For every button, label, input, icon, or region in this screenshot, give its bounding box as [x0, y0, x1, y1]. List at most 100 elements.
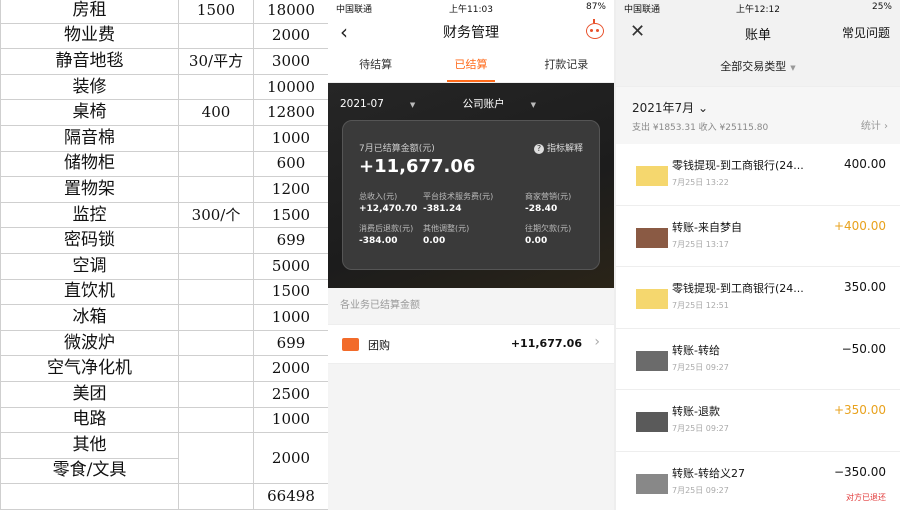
item-unit-price[interactable] [178, 406, 254, 434]
status-bar: 中国联通 上午11:03 87% [328, 0, 614, 16]
item-unit-price[interactable] [178, 432, 254, 485]
question-icon: ? [533, 144, 544, 154]
transaction-date: 7月25日 12:51 [672, 301, 729, 310]
tab-settled[interactable]: 已结算 [423, 48, 518, 82]
table-row: 微波炉 699 [0, 329, 329, 357]
item-unit-price[interactable] [178, 124, 254, 152]
battery-label: 25% [871, 2, 892, 12]
item-amount[interactable]: 1200 [253, 176, 329, 203]
business-amount: +11,677.06 [510, 337, 582, 350]
faq-link[interactable]: 常见问题 [842, 24, 890, 41]
transaction-amount: +400.00 [833, 218, 886, 233]
account-filter[interactable]: 公司账户 ▼ [463, 98, 558, 110]
item-unit-price[interactable] [178, 252, 254, 280]
item-name[interactable]: 桌椅 [0, 99, 179, 126]
item-name[interactable]: 监控 [0, 201, 179, 229]
transaction-row[interactable]: 零钱提现-到工商银行(24... 7月25日 13:22 400.00 [616, 144, 900, 206]
transaction-row[interactable]: 零钱提现-到工商银行(24... 7月25日 12:51 350.00 [616, 267, 900, 329]
tab-payment-records[interactable]: 打款记录 [519, 48, 614, 82]
transaction-type-label: 全部交易类型 [720, 60, 787, 73]
item-unit-price[interactable] [178, 380, 254, 408]
item-name[interactable]: 直饮机 [0, 278, 179, 306]
metric-explanation-link[interactable]: ? 指标解释 [533, 141, 583, 154]
item-unit-price[interactable] [178, 176, 254, 203]
item-amount[interactable]: 5000 [253, 252, 329, 280]
account-filter-label: 公司账户 [462, 98, 505, 110]
item-amount[interactable]: 1500 [253, 201, 329, 229]
total-label[interactable] [0, 483, 179, 510]
item-amount[interactable]: 1000 [253, 304, 329, 331]
item-unit-price[interactable]: 400 [178, 99, 254, 126]
tab-pending[interactable]: 待结算 [328, 48, 423, 82]
item-amount[interactable]: 2000 [253, 22, 329, 50]
item-name[interactable]: 冰箱 [0, 304, 179, 331]
item-name[interactable]: 静音地毯 [0, 48, 179, 75]
table-row: 空调 5000 [0, 252, 329, 280]
status-time: 上午12:12 [736, 5, 780, 15]
item-name[interactable]: 储物柜 [0, 150, 179, 178]
month-filter[interactable]: 2021-07 ▼ [340, 98, 437, 110]
transaction-title: 转账-退款 [672, 405, 720, 418]
item-name[interactable]: 微波炉 [0, 329, 179, 357]
item-name[interactable]: 美团 [0, 380, 179, 408]
item-name[interactable]: 电路 [0, 406, 179, 434]
month-totals: 支出 ¥1853.31 收入 ¥25115.80 [632, 123, 769, 133]
item-amount[interactable]: 3000 [253, 48, 329, 75]
table-row: 电路 1000 [0, 406, 329, 434]
item-name[interactable]: 房租 [0, 0, 179, 24]
item-name[interactable]: 装修 [0, 73, 179, 101]
item-amount[interactable]: 1500 [253, 278, 329, 306]
item-unit-price[interactable]: 1500 [178, 0, 254, 24]
item-unit-price[interactable] [178, 304, 254, 331]
month-filter-label: 2021-07 [340, 98, 384, 110]
transaction-row[interactable]: 转账-转给 7月25日 09:27 −50.00 [616, 328, 900, 390]
item-name[interactable]: 空气净化机 [0, 355, 179, 382]
item-amount[interactable]: 1000 [253, 406, 329, 434]
total-amount[interactable]: 66498 [253, 483, 329, 510]
battery-label: 87% [585, 2, 606, 12]
transaction-title: 零钱提现-到工商银行(24... [672, 282, 804, 295]
item-name[interactable]: 其他 [0, 432, 179, 459]
item-name[interactable]: 空调 [0, 252, 179, 280]
item-name[interactable]: 隔音棉 [0, 124, 179, 152]
item-amount[interactable]: 2000 [253, 432, 329, 485]
transaction-type-filter[interactable]: 全部交易类型 ▼ [616, 48, 900, 86]
item-unit-price[interactable] [178, 329, 254, 357]
item-unit-price[interactable] [178, 22, 254, 50]
item-amount[interactable]: 600 [253, 150, 329, 178]
item-amount[interactable]: 10000 [253, 73, 329, 101]
item-amount[interactable]: 699 [253, 227, 329, 254]
item-amount[interactable]: 699 [253, 329, 329, 357]
item-amount[interactable]: 18000 [253, 0, 329, 24]
table-row: 静音地毯 30/平方 3000 [0, 48, 329, 75]
caret-down-icon: ▼ [790, 64, 796, 72]
item-unit-price[interactable] [178, 278, 254, 306]
back-icon[interactable]: ‹ [340, 22, 348, 42]
transaction-row[interactable]: 转账-退款 7月25日 09:27 +350.00 [616, 390, 900, 452]
item-name[interactable]: 物业费 [0, 22, 179, 50]
settlement-tabs: 待结算 已结算 打款记录 [328, 48, 614, 83]
metric-explanation-label: 指标解释 [546, 144, 583, 154]
item-unit-price[interactable]: 300/个 [178, 201, 254, 229]
item-unit-price[interactable] [178, 227, 254, 254]
month-selector[interactable]: 2021年7月 ⌄ [632, 99, 708, 116]
item-amount[interactable]: 12800 [253, 99, 329, 126]
item-amount[interactable]: 1000 [253, 124, 329, 152]
item-amount[interactable]: 2000 [253, 355, 329, 382]
item-name[interactable]: 置物架 [0, 176, 179, 203]
robot-assistant-icon[interactable] [586, 19, 604, 39]
stat-refund: 消费后退款(元) -384.00 [359, 223, 413, 246]
transaction-amount: 350.00 [844, 280, 886, 294]
item-unit-price[interactable]: 30/平方 [178, 48, 254, 75]
stats-link[interactable]: 统计 › [861, 117, 888, 132]
item-unit-price[interactable] [178, 355, 254, 382]
item-name[interactable]: 零食/文具 [0, 457, 179, 485]
transaction-row[interactable]: 转账-转给义27 7月25日 09:27 −350.00 对方已退还 [616, 451, 900, 510]
item-unit-price[interactable] [178, 73, 254, 101]
item-name[interactable]: 密码锁 [0, 227, 179, 254]
total-unit[interactable] [178, 483, 254, 510]
item-amount[interactable]: 2500 [253, 380, 329, 408]
item-unit-price[interactable] [178, 150, 254, 178]
business-row-group-buy[interactable]: 团购 +11,677.06 › [328, 324, 614, 364]
transaction-row[interactable]: 转账-来自梦自 7月25日 13:17 +400.00 [616, 205, 900, 267]
